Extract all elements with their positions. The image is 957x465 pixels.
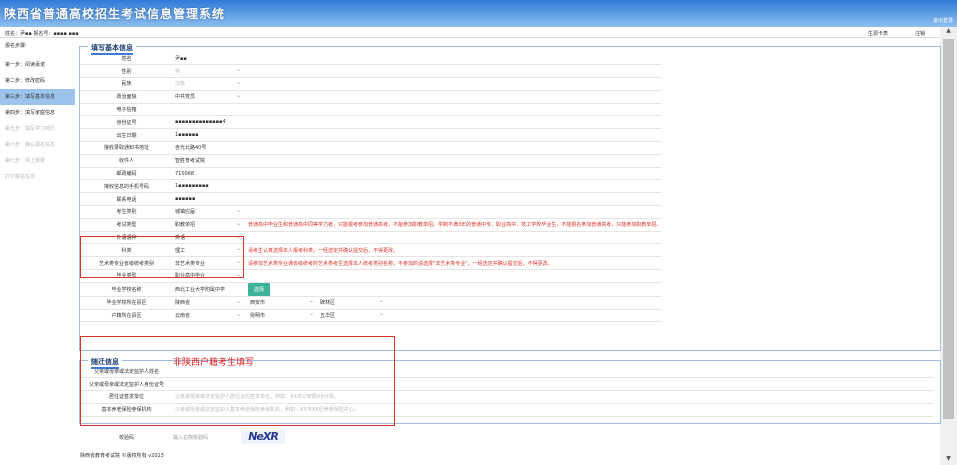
politics-select[interactable]: 中共党员	[173, 90, 245, 104]
row-name: 姓名 尹▪▪	[80, 52, 662, 66]
art-hint: 请参加艺术类专业课省级统考的艺术类考生选择本人统考类别名称，不参加的请选择"非艺…	[245, 256, 662, 271]
captcha-input[interactable]: 输入右侧校验码	[173, 434, 241, 441]
row-birth: 出生日期 1▪▪▪▪▪▪	[80, 128, 662, 143]
title-bar: 陕西省普通高校招生考试信息管理系统 退出登录	[0, 0, 957, 27]
hukou-city-select[interactable]: 昆明市	[248, 310, 318, 319]
captcha-row: 校验码 输入右侧校验码 NeXR	[80, 430, 380, 444]
scroll-up-icon[interactable]: ▲	[940, 27, 957, 37]
app-title: 陕西省普通高校招生考试信息管理系统	[4, 7, 226, 21]
sidebar-step-6: 第六步：确认报名信息	[5, 142, 56, 148]
highlight-exam-fields	[80, 236, 244, 278]
sidebar-heading: 报名步骤:	[5, 43, 27, 49]
exam-type-select[interactable]: 职教单招	[173, 218, 245, 232]
gender-select[interactable]: 男	[173, 64, 245, 79]
logout-link[interactable]: 注销	[915, 30, 925, 37]
name-field[interactable]: 尹▪▪	[173, 52, 245, 66]
sidebar: 报名步骤: 第一步：阅读承诺 第二步：修改密码 第三步：填写基本信息 第四步：填…	[0, 40, 75, 450]
annotation-text: 非陕西户籍考生填写	[173, 358, 255, 368]
footer-copyright: 陕西省教育考试院 ©版权所有 v2023	[80, 453, 164, 459]
row-postcode: 邮政编码 710068	[80, 167, 662, 181]
scroll-thumb[interactable]	[943, 39, 954, 419]
sidebar-step-1[interactable]: 第一步：阅读承诺	[0, 57, 75, 73]
print-card-link[interactable]: 生源卡表	[868, 30, 888, 37]
row-school: 毕业学校名称 西北工业大学附属中学 选择	[80, 282, 662, 297]
row-hukou-region: 户籍所在县区云南省昆明市五华区	[80, 309, 662, 323]
captcha-label: 校验码	[118, 434, 134, 441]
school-city-select[interactable]: 西安市	[248, 297, 318, 306]
sidebar-step-print: 打印报名信息	[5, 174, 36, 180]
hukou-district-select[interactable]: 五华区	[318, 310, 388, 319]
sidebar-step-3[interactable]: 第三步：填写基本信息	[0, 89, 75, 105]
idcard-field[interactable]: ▪▪▪▪▪▪▪▪▪▪▪▪▪▪4	[173, 115, 245, 130]
sidebar-step-2[interactable]: 第二步：修改密码	[0, 73, 75, 89]
row-phone: 联系电话 ▪▪▪▪▪▪	[80, 192, 662, 207]
row-gender: 性别男	[80, 64, 662, 79]
postcode-field[interactable]: 710068	[173, 167, 245, 181]
school-district-select[interactable]: 碑林区	[318, 297, 388, 306]
sidebar-step-7: 第七步：网上缴费	[5, 158, 46, 164]
mobile-field[interactable]: 1▪▪▪▪▪▪▪▪▪	[173, 179, 245, 194]
row-politics: 政治面貌 中共党员	[80, 90, 662, 104]
row-ethnicity: 民族 汉族	[80, 77, 662, 91]
ethnicity-select[interactable]: 汉族	[173, 77, 245, 91]
birth-field[interactable]: 1▪▪▪▪▪▪	[173, 128, 245, 143]
scrollbar[interactable]: ▲ ▼	[940, 27, 957, 465]
row-recipient: 收件人 智胜育考试院	[80, 154, 662, 168]
row-category: 考生类别 城镇应届	[80, 205, 662, 219]
recipient-field[interactable]: 智胜育考试院	[173, 154, 245, 168]
row-school-region: 毕业学校所在县区陕西省西安市碑林区	[80, 296, 662, 310]
row-mobile: 接收信息的手机号码 1▪▪▪▪▪▪▪▪▪	[80, 179, 662, 194]
captcha-image[interactable]: NeXR	[241, 430, 285, 444]
row-address: 接收录取通知书地址 含光北路40号	[80, 141, 662, 155]
top-logout-link[interactable]: 退出登录	[933, 17, 953, 24]
hukou-province-select[interactable]: 云南省	[173, 309, 245, 323]
row-email: 电子信箱	[80, 103, 662, 117]
school-province-select[interactable]: 陕西省	[173, 296, 245, 310]
sidebar-step-5: 第五步：填写学习简历	[5, 126, 56, 132]
phone-field[interactable]: ▪▪▪▪▪▪	[173, 192, 245, 207]
row-exam-type: 考试类型职教单招普通高中毕业生和普通高中同等学力者，只能报考参加普通高考，不能参…	[80, 218, 662, 232]
email-field[interactable]	[173, 103, 245, 117]
highlight-hukou-guardian	[80, 336, 395, 426]
user-info: 姓名：尹▪▪ 报名号：▪▪▪▪ ▪▪▪	[5, 31, 79, 37]
exam-type-hint: 普通高中毕业生和普通高中同等学力者，只能报考参加普通高考，不能参加职教单招。学制…	[245, 218, 662, 232]
sidebar-step-4[interactable]: 第四步：填写家庭信息	[0, 105, 75, 121]
scroll-down-icon[interactable]: ▼	[940, 455, 957, 465]
subject-hint: 请考生认真选择本人报考科类，一经选定并确认提交后，不得更改。	[245, 243, 662, 258]
basic-info-table: 姓名尹▪▪ 性别男 民族汉族 政治面貌中共党员 电子信箱 身份证号▪▪▪▪▪▪▪…	[80, 52, 662, 323]
row-idcard: 身份证号 ▪▪▪▪▪▪▪▪▪▪▪▪▪▪4	[80, 115, 662, 130]
user-bar: 姓名：尹▪▪ 报名号：▪▪▪▪ ▪▪▪ 生源卡表 注销	[0, 27, 940, 38]
category-select[interactable]: 城镇应届	[173, 205, 245, 219]
school-field[interactable]: 西北工业大学附属中学	[173, 282, 245, 297]
select-school-button[interactable]: 选择	[248, 282, 271, 296]
address-field[interactable]: 含光北路40号	[173, 141, 245, 155]
